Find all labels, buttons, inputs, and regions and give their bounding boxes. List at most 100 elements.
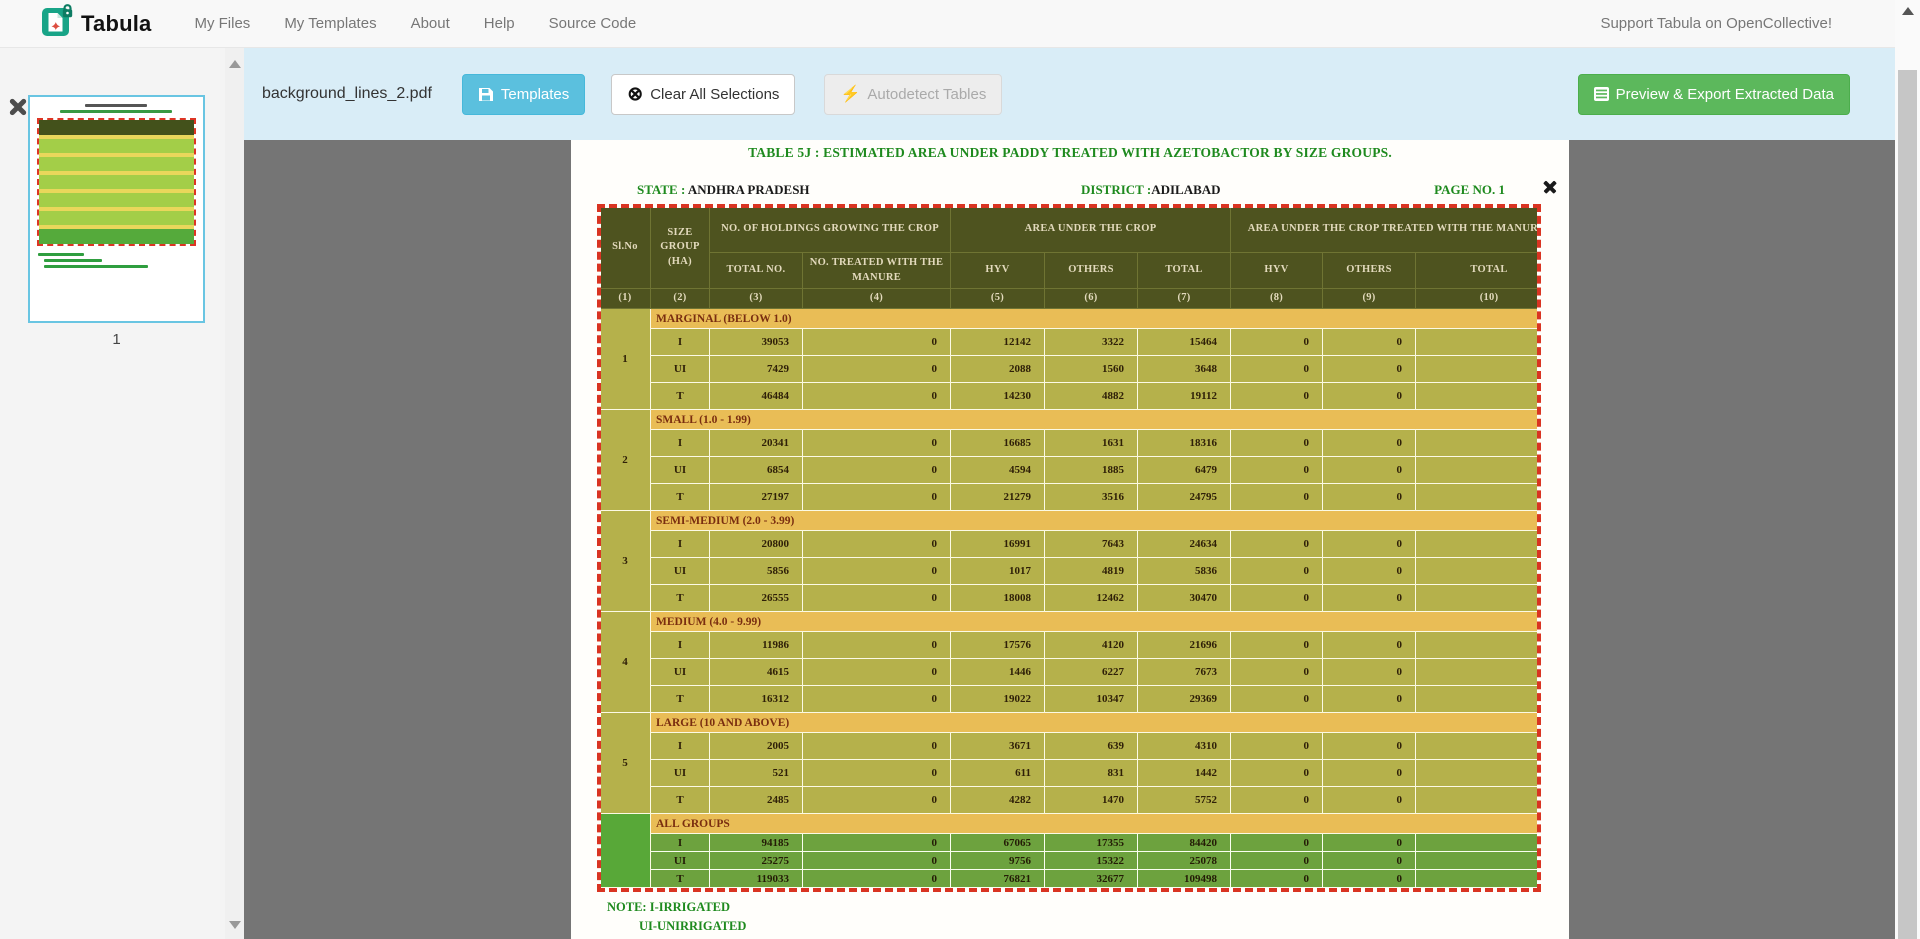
table-cell: 0 (1323, 585, 1416, 612)
district-field: DISTRICT :ADILABAD (1081, 182, 1221, 198)
table-cell: SEMI-MEDIUM (2.0 - 3.99) (651, 511, 1542, 531)
table-cell: 0 (1416, 484, 1541, 511)
table-cell: (8) (1231, 289, 1323, 309)
tabula-logo-icon (42, 4, 73, 43)
table-data-row: I20800016991764324634000 (600, 531, 1542, 558)
thumbnail-page-number: 1 (28, 331, 205, 348)
table-data-row: T265550180081246230470000 (600, 585, 1542, 612)
table-data-row: UI74290208815603648000 (600, 356, 1542, 383)
document-title: TABLE 5J : ESTIMATED AREA UNDER PADDY TR… (571, 145, 1569, 161)
sidebar-scrollbar[interactable] (225, 48, 244, 939)
clear-all-selections-button[interactable]: ⊗ Clear All Selections (611, 74, 795, 115)
table-cell: 7429 (710, 356, 803, 383)
clear-label: Clear All Selections (650, 86, 779, 103)
table-cell: OTHERS (1323, 253, 1416, 289)
group-label-row: 5 LARGE (10 AND ABOVE) (600, 713, 1542, 733)
table-cell: I (651, 430, 710, 457)
table-cell: 0 (1323, 531, 1416, 558)
table-cell: 1017 (951, 558, 1045, 585)
group-label-row: 2 SMALL (1.0 - 1.99) (600, 410, 1542, 430)
nav-help[interactable]: Help (467, 0, 532, 48)
table-cell: 1442 (1138, 760, 1231, 787)
table-cell: 2005 (710, 733, 803, 760)
table-cell: 0 (1231, 686, 1323, 713)
table-cell: 0 (1231, 852, 1323, 870)
table-cell: 32677 (1045, 870, 1138, 888)
table-cell: 0 (1231, 484, 1323, 511)
nav-source-code[interactable]: Source Code (532, 0, 654, 48)
table-cell: I (651, 329, 710, 356)
table-subheader-row: TOTAL NO.NO. TREATED WITH THE MANURE HYV… (600, 253, 1542, 289)
table-cell: NO. TREATED WITH THE MANURE (803, 253, 951, 289)
table-cell: 25078 (1138, 852, 1231, 870)
table-cell: HYV (1231, 253, 1323, 289)
table-cell: 0 (1231, 787, 1323, 814)
table-cell: SMALL (1.0 - 1.99) (651, 410, 1542, 430)
table-cell: 0 (1323, 430, 1416, 457)
table-cell: 0 (1323, 852, 1416, 870)
table-cell: OTHERS (1045, 253, 1138, 289)
table-cell: T (651, 383, 710, 410)
selection-close-icon[interactable] (1543, 180, 1557, 194)
group-label-row: ALL GROUPS (600, 814, 1542, 834)
table-cell: 11986 (710, 632, 803, 659)
support-link[interactable]: Support Tabula on OpenCollective! (1600, 15, 1832, 32)
table-cell: 119033 (710, 870, 803, 888)
thumb-table-header (39, 120, 194, 135)
table-cell: 25275 (710, 852, 803, 870)
scroll-up-icon[interactable] (1902, 7, 1914, 15)
table-cell: UI (651, 659, 710, 686)
table-cell: 0 (1231, 870, 1323, 888)
table-cell: LARGE (10 AND ABOVE) (651, 713, 1542, 733)
table-cell: 4 (600, 612, 651, 713)
table-cell: 12462 (1045, 585, 1138, 612)
pdf-page[interactable]: TABLE 5J : ESTIMATED AREA UNDER PADDY TR… (571, 140, 1569, 939)
templates-button[interactable]: Templates (462, 74, 585, 115)
table-cell: 0 (1323, 558, 1416, 585)
table-cell: 0 (1231, 531, 1323, 558)
pdf-table: Sl.NoSIZE GROUP (HA) NO. OF HOLDINGS GRO… (599, 206, 1541, 888)
autodetect-tables-button-disabled[interactable]: ⚡ Autodetect Tables (824, 74, 1002, 115)
table-cell: 0 (1323, 686, 1416, 713)
nav-about[interactable]: About (394, 0, 467, 48)
table-cell: 7673 (1138, 659, 1231, 686)
table-cell: 0 (1323, 787, 1416, 814)
table-cell: 2 (600, 410, 651, 511)
table-list-icon (1594, 87, 1609, 101)
page-thumbnail[interactable] (28, 95, 205, 323)
table-selection-box[interactable]: Sl.NoSIZE GROUP (HA) NO. OF HOLDINGS GRO… (597, 204, 1541, 892)
table-cell: 0 (1416, 356, 1541, 383)
table-cell: (6) (1045, 289, 1138, 309)
table-cell: 0 (1416, 852, 1541, 870)
table-cell: 0 (1416, 558, 1541, 585)
nav-my-templates[interactable]: My Templates (267, 0, 393, 48)
table-cell: 0 (803, 484, 951, 511)
scroll-up-icon[interactable] (229, 60, 241, 68)
table-cell: 0 (1231, 430, 1323, 457)
table-cell: (10) (1416, 289, 1541, 309)
table-cell: 0 (1323, 457, 1416, 484)
table-data-row: I39053012142332215464000 (600, 329, 1542, 356)
table-cell: 0 (803, 457, 951, 484)
table-cell: 0 (1416, 632, 1541, 659)
table-cell: 39053 (710, 329, 803, 356)
table-cell: UI (651, 457, 710, 484)
table-cell: (9) (1323, 289, 1416, 309)
viewer: background_lines_2.pdf Templates ⊗ Clear… (244, 48, 1895, 939)
table-cell: 84420 (1138, 834, 1231, 852)
scroll-down-icon[interactable] (229, 921, 241, 929)
preview-export-button[interactable]: Preview & Export Extracted Data (1578, 74, 1850, 115)
table-cell: 30470 (1138, 585, 1231, 612)
brand[interactable]: Tabula (42, 4, 151, 43)
nav-my-files[interactable]: My Files (177, 0, 267, 48)
page-no-field: PAGE NO. 1 (1434, 182, 1505, 198)
table-cell: 0 (1416, 531, 1541, 558)
browser-scrollbar[interactable] (1895, 0, 1920, 939)
table-cell: 0 (1323, 356, 1416, 383)
table-cell: 20800 (710, 531, 803, 558)
table-cell: (3) (710, 289, 803, 309)
table-cell: 94185 (710, 834, 803, 852)
table-cell: (5) (951, 289, 1045, 309)
remove-page-icon[interactable] (8, 97, 28, 117)
scrollbar-thumb[interactable] (1898, 70, 1917, 939)
